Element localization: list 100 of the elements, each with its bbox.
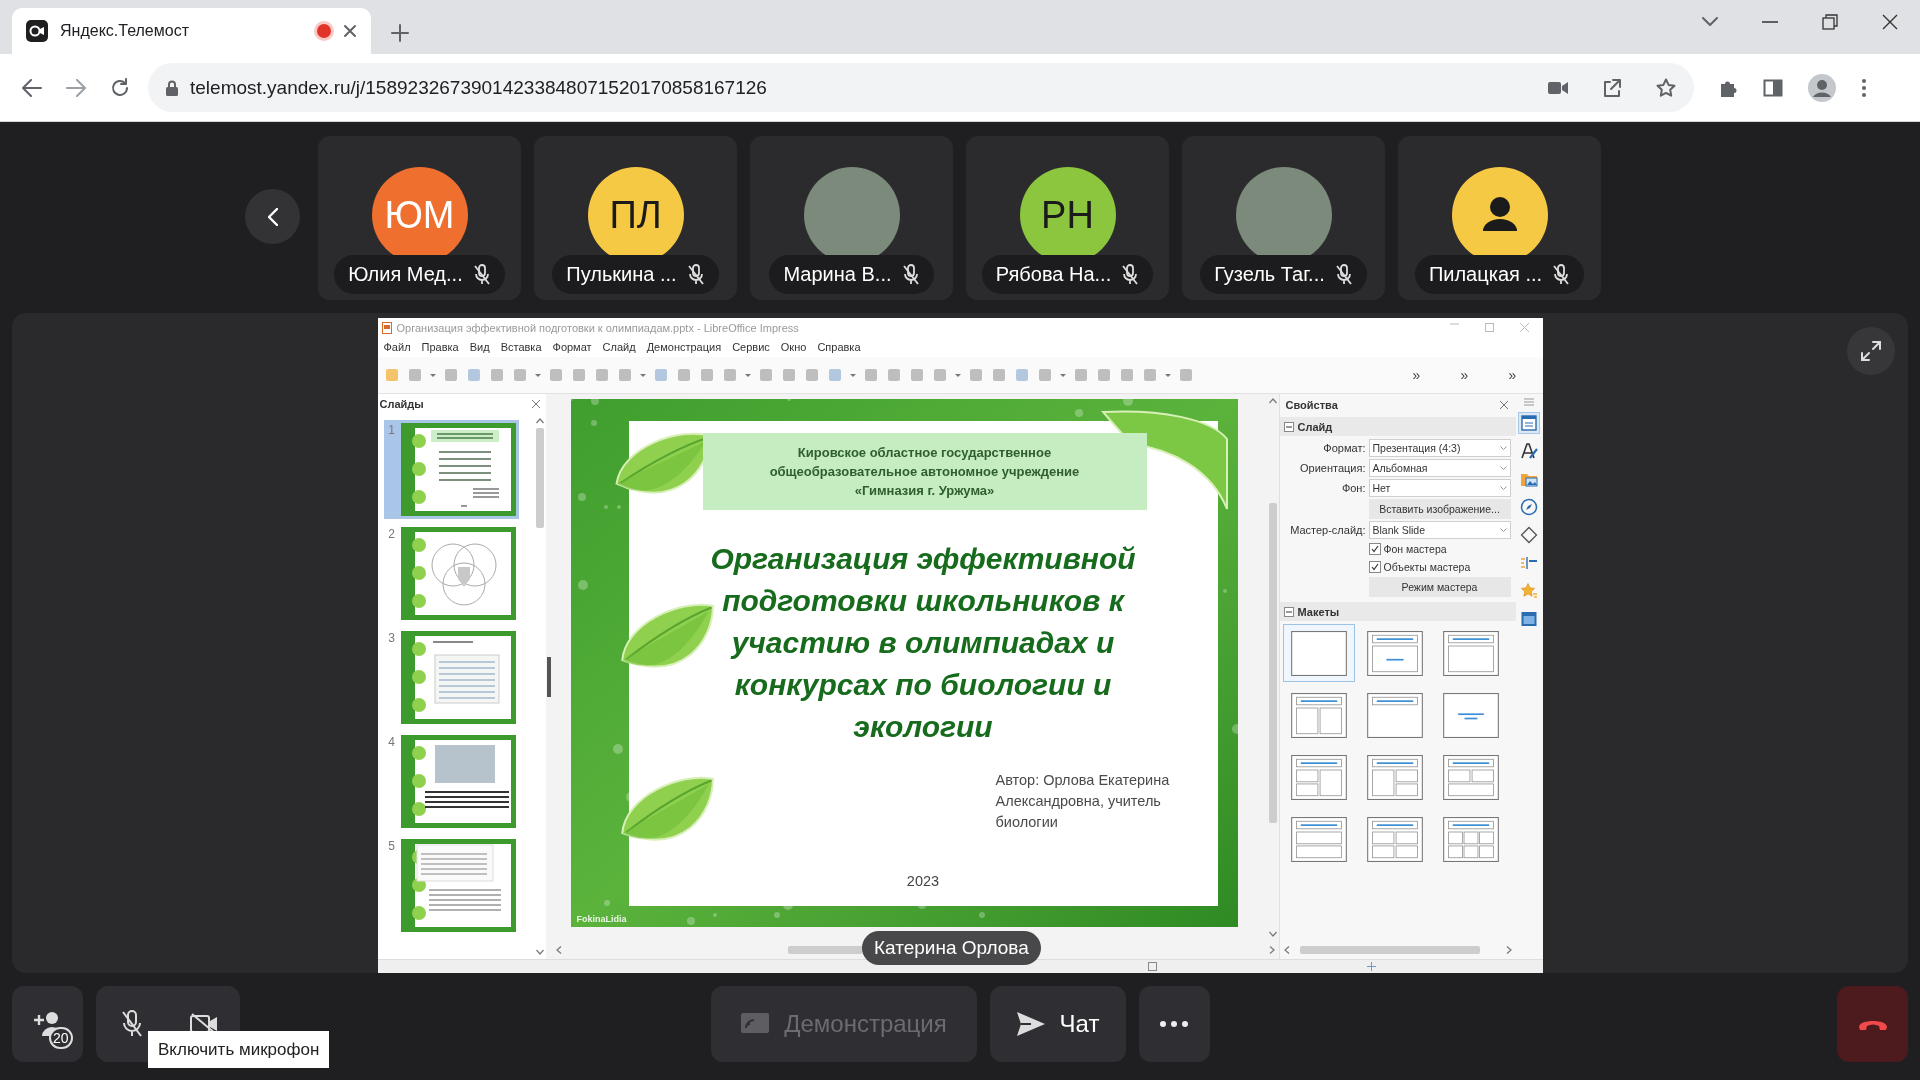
close-icon[interactable]: [531, 400, 540, 408]
slide-number: 1: [387, 423, 396, 437]
close-icon[interactable]: [343, 24, 357, 38]
menu-item[interactable]: Справка: [817, 341, 861, 353]
insert-image-button[interactable]: Вставить изображение...: [1368, 499, 1511, 519]
toolbar-overflow-button[interactable]: »: [1440, 367, 1489, 383]
panel-resize-handle[interactable]: [546, 656, 551, 697]
participant-tile[interactable]: Пилацкая ...: [1398, 136, 1601, 300]
scrollbar-thumb[interactable]: [1269, 503, 1277, 823]
dropdown-caret-icon: [1499, 445, 1507, 451]
checkbox-label: Фон мастера: [1383, 543, 1447, 555]
collapse-icon[interactable]: [1283, 421, 1294, 432]
restore-icon[interactable]: [1822, 14, 1838, 30]
section-title: Макеты: [1297, 605, 1340, 618]
dropdown-field[interactable]: Нет: [1368, 479, 1511, 497]
slide-list-item[interactable]: 5: [383, 836, 519, 935]
close-icon[interactable]: [1882, 14, 1898, 30]
participant-tile[interactable]: РН Рябова На...: [966, 136, 1169, 300]
slide-layout-option[interactable]: [1282, 624, 1355, 682]
forward-arrow-icon[interactable]: [66, 78, 86, 97]
collapse-icon[interactable]: [1283, 606, 1294, 617]
menu-item[interactable]: Формат: [552, 341, 592, 353]
panel-title: Слайды: [379, 398, 424, 410]
new-tab-icon[interactable]: [391, 24, 409, 42]
sidebar-tab[interactable]: [1518, 412, 1540, 434]
slide-thumbnail[interactable]: [400, 527, 516, 620]
menu-item[interactable]: Вставка: [500, 341, 542, 353]
menu-item[interactable]: Окно: [780, 341, 807, 353]
side-panel-icon[interactable]: [1763, 77, 1783, 98]
star-icon[interactable]: [1656, 77, 1676, 98]
menu-item[interactable]: Демонстрация: [646, 341, 722, 353]
back-arrow-icon[interactable]: [22, 78, 42, 97]
slide-thumbnail[interactable]: [400, 839, 516, 932]
checkbox-label: Объекты мастера: [1383, 561, 1471, 573]
dropdown-field[interactable]: Альбомная: [1368, 459, 1511, 477]
checkbox[interactable]: [1368, 561, 1381, 573]
participant-name: Пилацкая ...: [1428, 263, 1543, 286]
browser-tab[interactable]: Яндекс.Телемост: [12, 8, 371, 54]
fit-zoom-icon[interactable]: [1366, 962, 1376, 971]
slide-status-icon[interactable]: [1147, 962, 1157, 971]
tooltip: Включить микрофон: [148, 1031, 330, 1068]
toolbar-overflow-button[interactable]: »: [1392, 367, 1441, 383]
menu-item[interactable]: Файл: [383, 341, 411, 353]
dropdown-field[interactable]: Blank Slide: [1368, 521, 1511, 539]
slide-thumbnail[interactable]: [400, 631, 516, 724]
sidebar-tab[interactable]: [1518, 496, 1540, 518]
participant-tile[interactable]: ЮМ Юлия Мед...: [318, 136, 521, 300]
dropdown-field[interactable]: Презентация (4:3): [1368, 439, 1511, 457]
share-icon[interactable]: [1602, 77, 1622, 98]
more-vertical-icon[interactable]: [1861, 77, 1867, 98]
camera-icon[interactable]: [1548, 80, 1568, 95]
menu-item[interactable]: Правка: [421, 341, 459, 353]
slide-list-item[interactable]: 3: [383, 628, 519, 727]
slide-number: 2: [387, 527, 396, 541]
participant-tile[interactable]: Марина В...: [750, 136, 953, 300]
hang-up-button[interactable]: [1837, 986, 1908, 1062]
participant-tile[interactable]: Гузель Таг...: [1182, 136, 1385, 300]
scrollbar-thumb[interactable]: [1299, 946, 1480, 954]
close-icon[interactable]: [1499, 401, 1508, 409]
brush-letter-icon: [1520, 442, 1538, 460]
dropdown-caret-icon: [1499, 465, 1507, 471]
field-label: Фон:: [1340, 482, 1366, 494]
author-text: Автор: Орлова Екатерина Александровна, учитель биологии: [995, 771, 1171, 832]
photo-placeholder: [434, 745, 495, 783]
participant-count-badge: 20: [49, 1027, 73, 1049]
list-lines-icon: [1520, 554, 1538, 572]
slide-thumbnail[interactable]: [400, 423, 516, 516]
menu-item[interactable]: Слайд: [602, 341, 636, 353]
slide-thumbnail[interactable]: [400, 735, 516, 828]
screen-share-icon: [740, 1012, 771, 1036]
menu-item[interactable]: Вид: [469, 341, 490, 353]
toolbar-overflow-button[interactable]: »: [1488, 367, 1537, 383]
scrollbar-thumb[interactable]: [536, 428, 544, 528]
participant-tile[interactable]: ПЛ Пулькина ...: [534, 136, 737, 300]
reload-icon[interactable]: [110, 77, 130, 98]
compass-icon: [1520, 498, 1538, 516]
participant-name: Пулькина ...: [566, 263, 677, 286]
participant-name: Рябова На...: [995, 263, 1112, 286]
fullscreen-button[interactable]: [1847, 327, 1895, 375]
menu-item[interactable]: Сервис: [732, 341, 770, 353]
video-chat-favicon-icon: [26, 20, 48, 42]
scrollbar-thumb[interactable]: [787, 946, 863, 954]
slide-list-item[interactable]: 2: [383, 524, 519, 623]
panel-title: Свойства: [1285, 399, 1338, 411]
chevron-down-icon[interactable]: [1702, 17, 1718, 27]
invite-button[interactable]: 20: [12, 986, 83, 1062]
participant-name: Юлия Мед...: [348, 263, 463, 286]
chat-button[interactable]: Чат: [989, 986, 1126, 1062]
slide-list-item[interactable]: 4: [383, 732, 519, 831]
checkbox[interactable]: [1368, 543, 1381, 555]
participant-name: Марина В...: [783, 263, 892, 286]
profile-avatar-icon[interactable]: [1808, 73, 1836, 102]
chevron-left-icon: [267, 207, 278, 226]
sidebar-tab[interactable]: [1518, 524, 1540, 546]
window-icon: [1520, 610, 1538, 628]
participant-name: Гузель Таг...: [1214, 263, 1325, 286]
properties-icon: [1520, 414, 1538, 432]
master-mode-button[interactable]: Режим мастера: [1368, 577, 1511, 597]
address-bar[interactable]: telemost.yandex.ru/j/15892326739014233848071520170858167126: [148, 63, 1694, 112]
field-label: Мастер-слайд:: [1289, 524, 1366, 536]
